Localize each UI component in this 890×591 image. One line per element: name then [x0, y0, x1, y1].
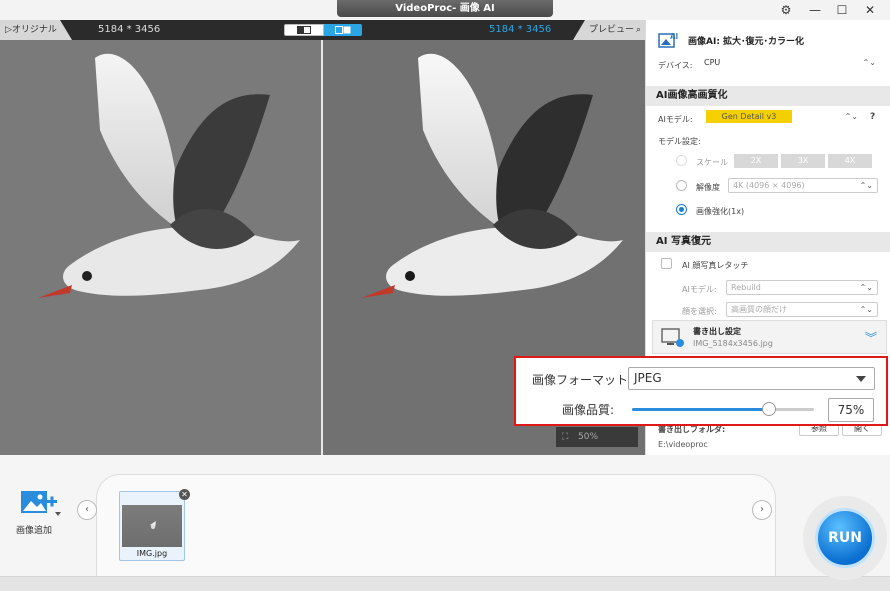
enhance-radio[interactable] — [676, 204, 687, 215]
add-image-icon — [21, 491, 61, 516]
scale-radio[interactable] — [676, 155, 687, 166]
monitor-gear-icon — [661, 328, 684, 347]
zoom-fit-icon: ⛶ — [562, 432, 569, 442]
status-bar — [0, 576, 890, 591]
add-image-label: 画像追加 — [16, 526, 53, 536]
face-retouch-label: AI 顔写真レタッチ — [682, 261, 749, 270]
help-icon[interactable]: ? — [870, 112, 875, 122]
scale-3x-button[interactable]: 3X — [781, 154, 825, 168]
svg-text:AI: AI — [670, 32, 678, 41]
expand-chevron-icon[interactable]: ︾ — [865, 329, 877, 346]
updown-chevron-icon: ⌃⌄ — [859, 181, 873, 190]
run-button-ring: RUN — [803, 496, 887, 580]
restore-model-value: Rebuild — [731, 283, 761, 292]
run-button[interactable]: RUN — [815, 508, 875, 568]
scale-label: スケール — [696, 158, 728, 167]
chevron-left-icon: ‹ — [85, 504, 89, 515]
add-image-button[interactable]: 画像追加 — [14, 488, 62, 536]
single-view-button[interactable] — [284, 24, 324, 36]
seagull-image-original — [38, 53, 301, 298]
image-thumbnail[interactable]: IMG.jpg ✕ — [119, 489, 190, 561]
face-select[interactable]: 高画質の顔だけ ⌃⌄ — [726, 302, 878, 317]
thumbnail-name: IMG.jpg — [136, 549, 168, 558]
preview-resolution: 5184 * 3456 — [489, 24, 552, 35]
export-file-name: IMG_5184x3456.jpg — [693, 339, 773, 348]
device-select[interactable]: CPU ⌃⌄ — [700, 56, 880, 71]
settings-gear-icon[interactable]: ⚙ — [775, 2, 797, 18]
minimize-button[interactable]: — — [804, 2, 826, 18]
export-format-popup: 画像フォーマット: JPEG 画像品質: 75% — [514, 356, 888, 426]
resolution-select[interactable]: 4K (4096 × 4096) ⌃⌄ — [728, 178, 878, 193]
scale-4x-button[interactable]: 4X — [828, 154, 872, 168]
tab-original-label: オリジナル — [11, 25, 57, 35]
resolution-label: 解像度 — [696, 183, 720, 192]
tab-preview-label: プレビュー — [589, 25, 635, 35]
face-select-value: 高画質の顔だけ — [731, 305, 787, 314]
updown-chevron-icon: ⌃⌄ — [844, 112, 858, 121]
image-strip — [96, 474, 776, 584]
ai-model-select[interactable]: Gen Detail v3 ⌃⌄ — [702, 110, 862, 125]
section-ai-upscale: AI画像高画質化 — [646, 86, 890, 106]
scroll-right-button[interactable]: › — [752, 500, 772, 520]
split-view-button[interactable] — [324, 24, 362, 36]
face-retouch-checkbox[interactable] — [661, 258, 672, 269]
restore-model-label: AIモデル: — [682, 285, 717, 294]
ai-model-label: AIモデル: — [658, 115, 693, 124]
scale-2x-button[interactable]: 2X — [734, 154, 778, 168]
thumbnail-bird-icon — [150, 521, 156, 529]
remove-thumbnail-close-icon[interactable]: ✕ — [179, 489, 190, 500]
device-value: CPU — [704, 58, 721, 67]
thumbnail-preview — [122, 505, 182, 547]
section-ai-restore: AI 写真復元 — [646, 232, 890, 252]
close-button[interactable]: ✕ — [859, 2, 881, 18]
tab-preview[interactable]: プレビュー ⌕ — [573, 20, 645, 40]
face-select-label: 顔を選択: — [682, 307, 717, 316]
ai-model-value: Gen Detail v3 — [706, 110, 792, 123]
model-settings-label: モデル設定: — [658, 137, 701, 146]
ai-image-icon: AI — [658, 32, 678, 48]
export-settings-title: 書き出し設定 — [693, 327, 741, 336]
enhance-label: 画像強化(1x) — [696, 207, 745, 216]
zoom-level: 50% — [578, 432, 599, 442]
original-image-pane[interactable] — [0, 40, 321, 455]
original-resolution: 5184 * 3456 — [98, 24, 161, 35]
resolution-value: 4K (4096 × 4096) — [733, 181, 805, 190]
chevron-right-icon: › — [760, 504, 764, 515]
app-title: VideoProc- 画像 AI — [337, 0, 553, 17]
resolution-radio[interactable] — [676, 180, 687, 191]
updown-chevron-icon: ⌃⌄ — [859, 305, 873, 314]
scroll-left-button[interactable]: ‹ — [77, 500, 97, 520]
quality-value-field[interactable]: 75% — [828, 398, 874, 422]
export-folder-path: E:\videoproc — [658, 440, 708, 449]
export-settings-bar[interactable]: 書き出し設定 IMG_5184x3456.jpg ︾ — [652, 320, 887, 354]
view-mode-toggle[interactable] — [284, 24, 362, 36]
search-icon: ⌕ — [636, 25, 642, 35]
tab-original[interactable]: ▷オリジナル — [0, 20, 72, 40]
play-triangle-icon: ▷ — [5, 25, 12, 35]
split-view-icon — [335, 26, 351, 34]
updown-chevron-icon: ⌃⌄ — [862, 58, 876, 67]
quality-slider[interactable] — [632, 402, 814, 416]
panel-title: 画像AI: 拡大･復元･カラー化 — [688, 37, 805, 47]
format-select[interactable]: JPEG — [628, 367, 875, 390]
panel-header: AI 画像AI: 拡大･復元･カラー化 デバイス: CPU ⌃⌄ — [646, 20, 890, 86]
quality-slider-thumb[interactable] — [762, 402, 776, 416]
maximize-button[interactable]: ☐ — [831, 2, 853, 18]
restore-model-select[interactable]: Rebuild ⌃⌄ — [726, 280, 878, 295]
device-label: デバイス: — [658, 61, 693, 70]
zoom-indicator[interactable]: ⛶ 50% — [556, 427, 638, 447]
quality-slider-fill — [632, 408, 769, 411]
format-value: JPEG — [634, 371, 662, 385]
updown-chevron-icon: ⌃⌄ — [859, 283, 873, 292]
dropdown-caret-icon — [856, 376, 866, 382]
quality-label: 画像品質: — [562, 403, 615, 417]
single-view-icon — [297, 26, 311, 34]
format-label: 画像フォーマット: — [532, 373, 633, 387]
